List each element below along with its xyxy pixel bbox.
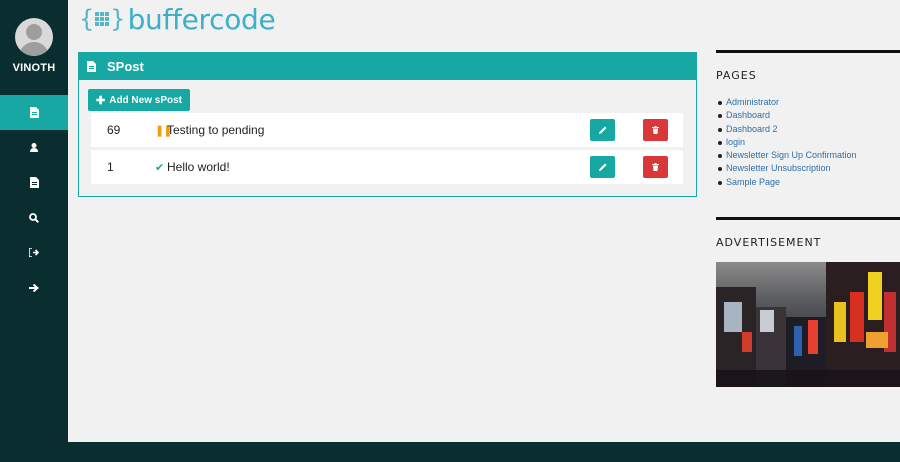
- page-link[interactable]: Administrator: [716, 96, 900, 109]
- add-new-spost-button[interactable]: ✚ Add New sPost: [88, 89, 191, 111]
- document-icon: [29, 177, 39, 188]
- username: VINOTH: [12, 62, 56, 74]
- table-row: 1 ✔ Hello world!: [91, 150, 683, 184]
- advertisement-image[interactable]: [716, 262, 900, 388]
- divider: [716, 217, 900, 221]
- row-id: 69: [107, 123, 121, 137]
- file-icon: [87, 61, 96, 72]
- row-title: Testing to pending: [167, 123, 265, 137]
- sign-out-icon: [29, 248, 39, 257]
- page-link[interactable]: login: [716, 136, 900, 149]
- edit-button[interactable]: [590, 119, 615, 141]
- arrow-right-icon: [29, 283, 39, 292]
- check-icon: ✔: [155, 161, 165, 174]
- avatar-body-shape: [19, 42, 49, 56]
- file-icon: [29, 107, 39, 118]
- pages-heading: PAGES: [716, 69, 757, 82]
- panel-body: ✚ Add New sPost 69 ❚❚ Testing to pending…: [79, 80, 696, 196]
- nav-item-sign-out[interactable]: [0, 235, 68, 270]
- nav-item-posts[interactable]: [0, 95, 68, 130]
- avatar[interactable]: [15, 18, 53, 56]
- trash-icon: [652, 163, 659, 171]
- delete-button[interactable]: [643, 156, 668, 178]
- pages-list: Administrator Dashboard Dashboard 2 logi…: [716, 96, 900, 189]
- nav-item-search[interactable]: [0, 200, 68, 235]
- search-icon: [29, 212, 39, 223]
- plus-icon: ✚: [96, 94, 106, 107]
- logo-grid-icon: [95, 12, 110, 26]
- footer-bar: [68, 442, 900, 462]
- page-link[interactable]: Dashboard: [716, 109, 900, 122]
- spost-panel: SPost ✚ Add New sPost 69 ❚❚ Testing to p…: [78, 52, 697, 197]
- avatar-head-shape: [26, 24, 42, 40]
- edit-button[interactable]: [590, 156, 615, 178]
- nav-item-user[interactable]: [0, 130, 68, 165]
- user-profile[interactable]: VINOTH: [0, 0, 68, 95]
- add-button-label: Add New sPost: [109, 94, 183, 106]
- table-row: 69 ❚❚ Testing to pending: [91, 113, 683, 147]
- page-link[interactable]: Newsletter Unsubscription: [716, 162, 900, 175]
- panel-header: SPost: [79, 53, 696, 80]
- logo-brace-right: }: [110, 5, 126, 33]
- left-sidebar: VINOTH: [0, 0, 68, 462]
- advertisement-heading: ADVERTISEMENT: [716, 236, 822, 250]
- nav-item-document[interactable]: [0, 165, 68, 200]
- logo-brace-left: {: [79, 5, 95, 33]
- panel-title: SPost: [107, 59, 144, 74]
- divider: [716, 50, 900, 53]
- pencil-icon: [598, 163, 606, 171]
- page-link[interactable]: Sample Page: [716, 176, 900, 189]
- nav-item-next[interactable]: [0, 270, 68, 305]
- pencil-icon: [598, 126, 606, 134]
- page-link[interactable]: Newsletter Sign Up Confirmation: [716, 149, 900, 162]
- row-id: 1: [107, 160, 114, 174]
- delete-button[interactable]: [643, 119, 668, 141]
- page-link[interactable]: Dashboard 2: [716, 123, 900, 136]
- trash-icon: [652, 126, 659, 134]
- row-title: Hello world!: [167, 160, 230, 174]
- logo-text: buffercode: [127, 2, 276, 36]
- right-sidebar: PAGES Administrator Dashboard Dashboard …: [716, 50, 900, 388]
- brand-logo[interactable]: { } buffercode: [79, 2, 276, 36]
- user-icon: [30, 143, 38, 152]
